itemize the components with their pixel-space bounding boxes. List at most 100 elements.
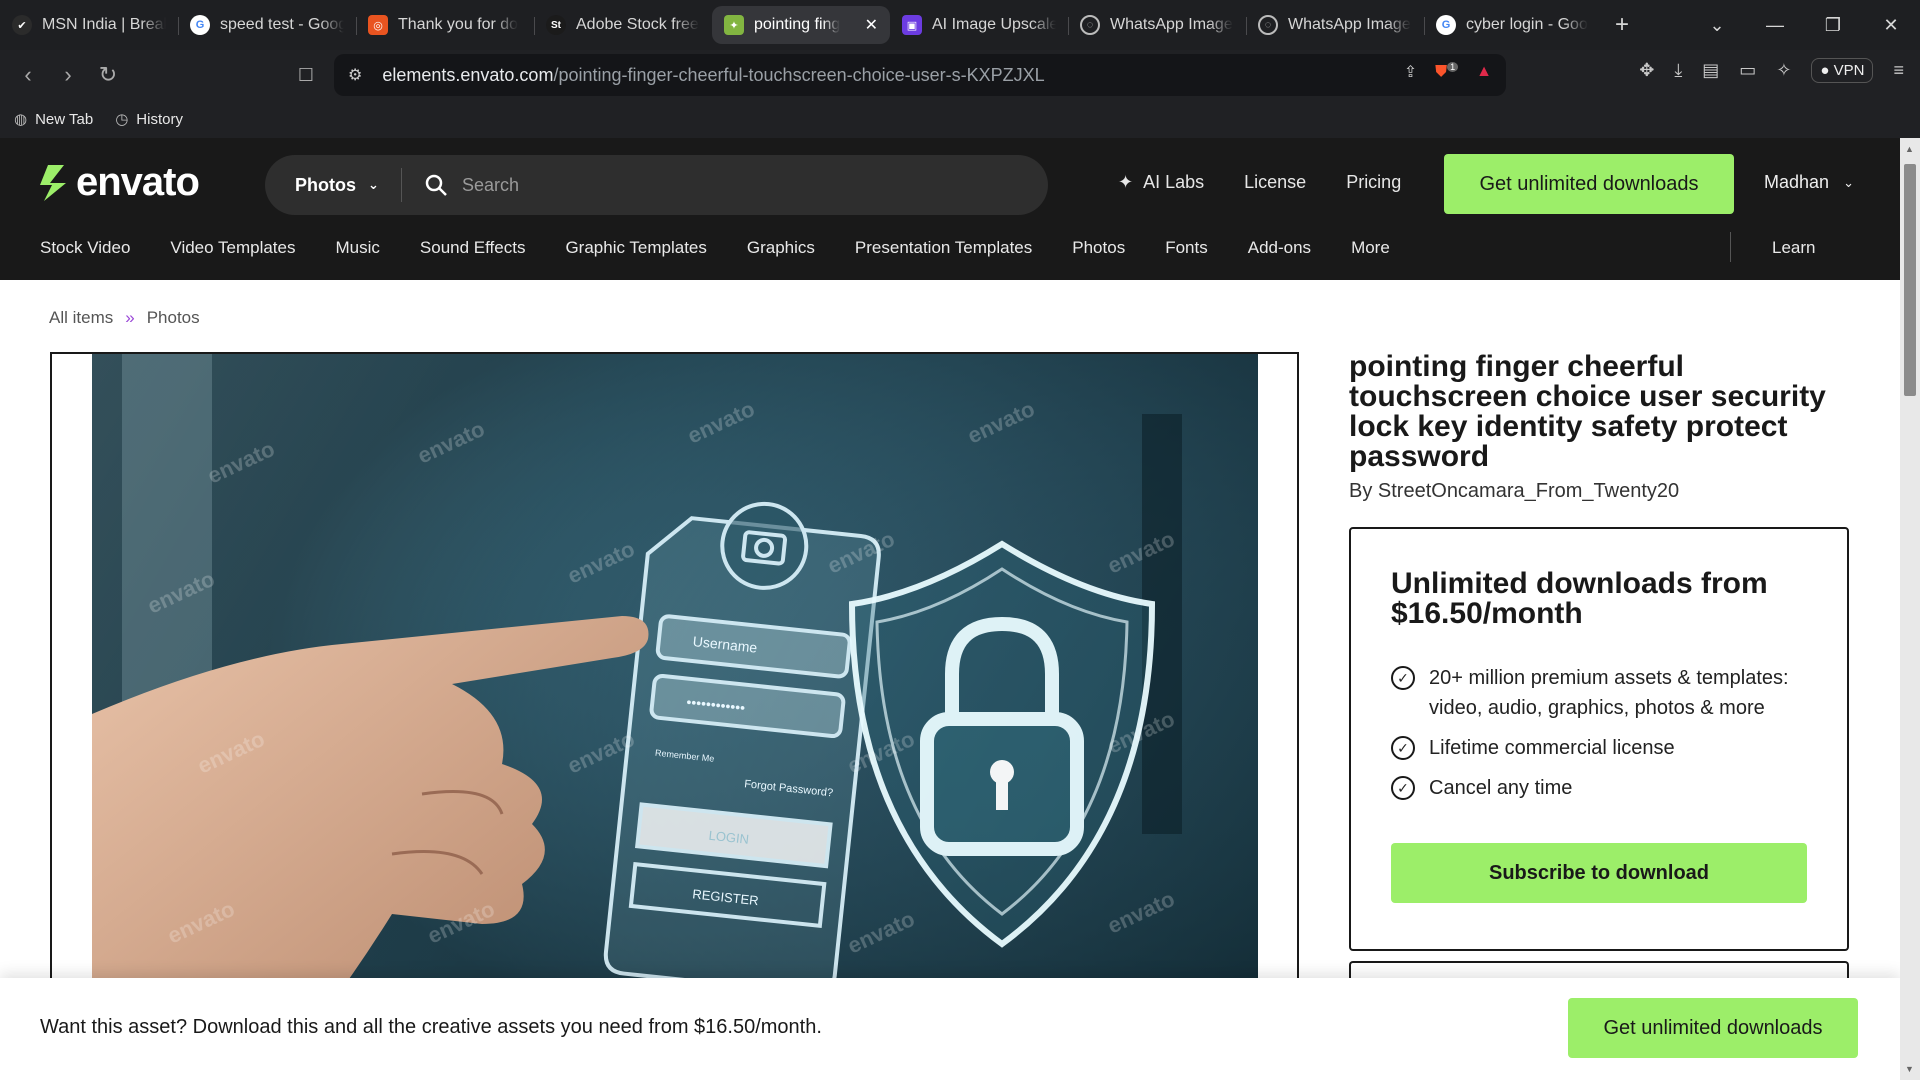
scrollbar-thumb[interactable]	[1904, 164, 1916, 396]
user-name: Madhan	[1764, 172, 1830, 192]
nav-graphic-templates[interactable]: Graphic Templates	[565, 238, 706, 258]
check-circle-icon: ✓	[1391, 776, 1415, 800]
sidebar-icon[interactable]: ▤	[1702, 60, 1719, 81]
extensions-puzzle-icon[interactable]: ✥	[1639, 60, 1654, 81]
restore-icon[interactable]: ❐	[1804, 15, 1862, 36]
globe-icon: ◌	[1080, 15, 1100, 35]
tab-label: pointing fing	[754, 16, 841, 33]
search-icon	[425, 174, 447, 196]
breadcrumb-separator: »	[125, 308, 135, 327]
license-link[interactable]: License	[1244, 172, 1306, 193]
browser-tab[interactable]: St Adobe Stock free	[534, 6, 712, 44]
search-bar: Photos ⌄	[265, 155, 1048, 215]
leo-ai-icon[interactable]: ✧	[1776, 60, 1791, 81]
browser-tab[interactable]: ◌ WhatsApp Image	[1246, 6, 1424, 44]
nav-photos[interactable]: Photos	[1072, 238, 1125, 258]
user-menu[interactable]: Madhan ⌄	[1764, 172, 1854, 193]
nav-sound-effects[interactable]: Sound Effects	[420, 238, 526, 258]
subscribe-to-download-button[interactable]: Subscribe to download	[1391, 843, 1807, 903]
bookmark-history[interactable]: ◷ History	[115, 110, 183, 129]
nav-add-ons[interactable]: Add-ons	[1248, 238, 1311, 258]
close-tab-icon[interactable]: ✕	[859, 15, 878, 35]
scroll-up-arrow-icon[interactable]: ▲	[1905, 144, 1914, 154]
scroll-down-arrow-icon[interactable]: ▼	[1905, 1064, 1914, 1074]
vpn-button[interactable]: ● VPN	[1811, 58, 1874, 83]
pricing-heading: Unlimited downloads from $16.50/month	[1391, 567, 1768, 630]
feature-text: 20+ million premium assets & templates: …	[1429, 667, 1789, 719]
wallet-icon[interactable]: ▭	[1739, 60, 1756, 81]
browser-tab[interactable]: G speed test - Goog	[178, 6, 356, 44]
address-bar[interactable]: ⚙ elements.envato.com/pointing-finger-ch…	[334, 54, 1506, 96]
ai-labs-link[interactable]: ✦ AI Labs	[1118, 172, 1204, 193]
browser-tab[interactable]: G cyber login - Goo	[1424, 6, 1602, 44]
adobe-stock-icon: St	[546, 15, 566, 35]
nav-learn[interactable]: Learn	[1729, 232, 1815, 262]
bookmark-icon[interactable]: ☐	[288, 65, 324, 86]
bookmarks-bar: ◍ New Tab ◷ History	[0, 100, 1920, 138]
tab-label: MSN India | Break	[42, 16, 166, 33]
product-author[interactable]: By StreetOncamara_From_Twenty20	[1349, 480, 1849, 503]
shield-count-badge: 1	[1447, 62, 1459, 73]
forward-icon[interactable]: ›	[50, 62, 86, 88]
url-text: elements.envato.com/pointing-finger-chee…	[382, 64, 1045, 85]
banner-message: Want this asset? Download this and all t…	[40, 1016, 822, 1038]
upscale-icon: ▣	[902, 15, 922, 35]
nav-music[interactable]: Music	[336, 238, 380, 258]
browser-tab[interactable]: ▣ AI Image Upscale	[890, 6, 1068, 44]
browser-tab[interactable]: ◎ Thank you for do	[356, 6, 534, 44]
share-icon[interactable]: ⇪	[1404, 62, 1417, 82]
pricing-card: Unlimited downloads from $16.50/month ✓ …	[1349, 527, 1849, 951]
window-controls: ⌄ — ❐ ✕	[1688, 0, 1920, 50]
security-illustration: Username •••••••••••• Remember Me Forgot…	[92, 354, 1258, 1050]
tab-label: WhatsApp Image	[1110, 16, 1233, 33]
page-scrollbar[interactable]: ▲ ▼	[1900, 138, 1920, 1080]
breadcrumb-photos[interactable]: Photos	[147, 308, 200, 328]
nav-fonts[interactable]: Fonts	[1165, 238, 1208, 258]
product-title: pointing finger cheerful touchscreen cho…	[1349, 350, 1826, 473]
download-icon[interactable]: ⤓	[1674, 60, 1682, 81]
google-icon: G	[1436, 15, 1456, 35]
check-circle-icon: ✓	[1391, 666, 1415, 690]
search-input[interactable]	[462, 174, 962, 196]
nav-video-templates[interactable]: Video Templates	[170, 238, 295, 258]
feature-text: Cancel any time	[1429, 777, 1573, 799]
site-header: envato Photos ⌄ ✦ AI Labs License Pricing…	[0, 138, 1900, 280]
browser-tab[interactable]: ✔ MSN India | Break	[0, 6, 178, 44]
brave-rewards-icon[interactable]: ▲	[1476, 63, 1492, 81]
item-preview[interactable]: Username •••••••••••• Remember Me Forgot…	[50, 352, 1299, 1052]
feature-text: Lifetime commercial license	[1429, 737, 1675, 759]
browser-tab[interactable]: ◌ WhatsApp Image	[1068, 6, 1246, 44]
browser-tab-active[interactable]: ✦ pointing fing ✕	[712, 6, 890, 44]
brave-shield-icon[interactable]: ⛊ 1	[1435, 62, 1459, 81]
breadcrumb-all-items[interactable]: All items	[49, 308, 113, 328]
pricing-link[interactable]: Pricing	[1346, 172, 1401, 193]
close-window-icon[interactable]: ✕	[1862, 15, 1920, 36]
chevron-down-icon: ⌄	[1843, 174, 1854, 190]
breadcrumb: All items » Photos	[49, 308, 200, 328]
bookmark-new-tab[interactable]: ◍ New Tab	[14, 110, 93, 129]
feature-item: ✓ 20+ million premium assets & templates…	[1391, 663, 1807, 723]
google-icon: G	[190, 15, 210, 35]
site-settings-icon[interactable]: ⚙	[348, 65, 362, 85]
back-icon[interactable]: ‹	[10, 62, 46, 88]
sticky-download-banner: Want this asset? Download this and all t…	[0, 978, 1900, 1080]
reload-icon[interactable]: ↻	[90, 62, 126, 88]
tab-label: Adobe Stock free	[576, 16, 699, 33]
envato-logo[interactable]: envato	[38, 160, 200, 205]
nav-presentation-templates[interactable]: Presentation Templates	[855, 238, 1032, 258]
search-category-label: Photos	[295, 174, 356, 195]
nav-more[interactable]: More	[1351, 238, 1390, 258]
nav-graphics[interactable]: Graphics	[747, 238, 815, 258]
nav-stock-video[interactable]: Stock Video	[40, 238, 130, 258]
tab-search-chevron-icon[interactable]: ⌄	[1688, 15, 1746, 36]
new-tab-plus-icon[interactable]: +	[1602, 11, 1642, 39]
logo-text: envato	[76, 160, 200, 204]
tab-label: Thank you for do	[398, 16, 519, 33]
banner-get-unlimited-downloads-button[interactable]: Get unlimited downloads	[1568, 998, 1858, 1058]
category-nav: Stock Video Video Templates Music Sound …	[40, 238, 1390, 258]
minimize-icon[interactable]: —	[1746, 15, 1804, 36]
extension-icons: ✥ ⤓ ▤ ▭ ✧ ● VPN ≡	[1639, 58, 1904, 83]
search-category-dropdown[interactable]: Photos ⌄	[265, 175, 401, 196]
menu-icon[interactable]: ≡	[1893, 60, 1904, 81]
get-unlimited-downloads-button[interactable]: Get unlimited downloads	[1444, 154, 1734, 214]
